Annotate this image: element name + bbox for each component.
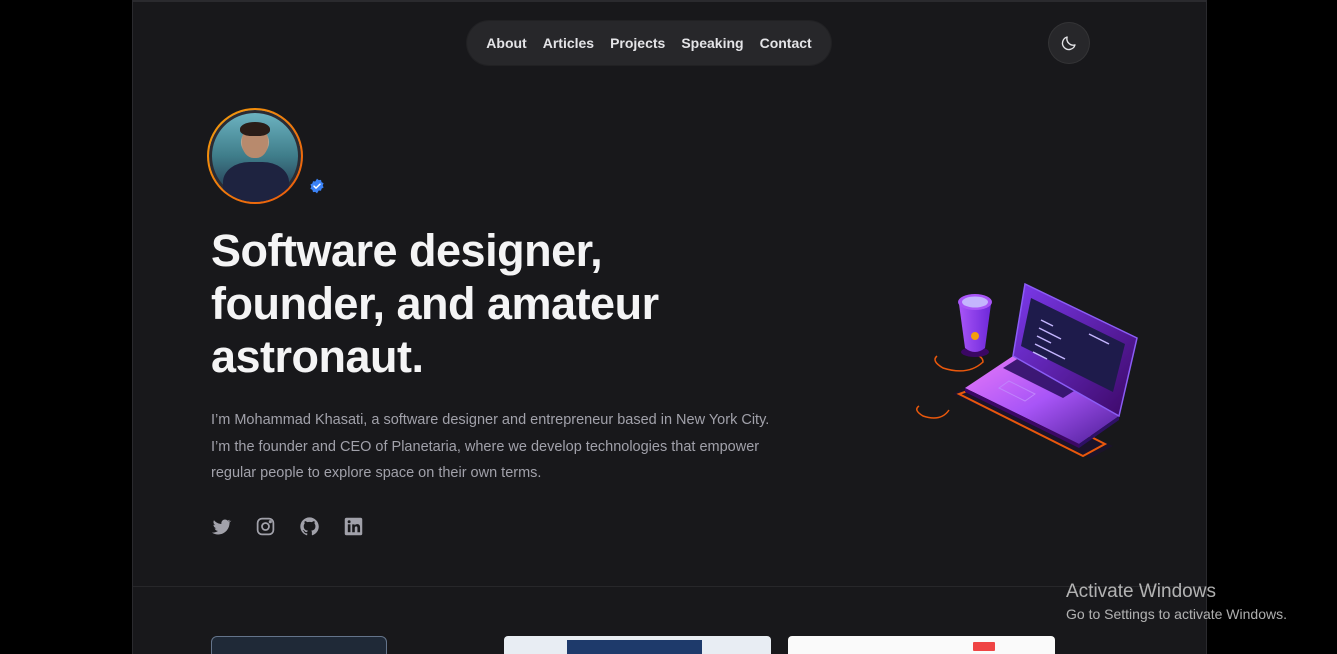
hero-intro: I’m Mohammad Khasati, a software designe… (211, 412, 770, 481)
windows-activation-watermark: Activate Windows Go to Settings to activ… (1066, 580, 1287, 624)
avatar[interactable] (207, 108, 303, 204)
verified-badge-icon (310, 178, 324, 194)
social-links (211, 516, 364, 537)
nav-articles[interactable]: Articles (543, 35, 594, 51)
nav-speaking[interactable]: Speaking (681, 35, 743, 51)
nav-projects[interactable]: Projects (610, 35, 665, 51)
nav-about[interactable]: About (486, 35, 526, 51)
moon-icon (1061, 36, 1076, 51)
section-divider (133, 586, 1206, 587)
project-thumbnail-2[interactable] (788, 636, 1055, 654)
page-container: About Articles Projects Speaking Contact… (132, 0, 1207, 654)
main-nav: About Articles Projects Speaking Contact (467, 21, 831, 65)
twitter-icon[interactable] (211, 516, 232, 537)
watermark-title: Activate Windows (1066, 581, 1216, 602)
top-border (133, 0, 1206, 2)
github-icon[interactable] (299, 516, 320, 537)
hero-headline: Software designer, founder, and amateur … (211, 225, 659, 382)
linkedin-icon[interactable] (343, 516, 364, 537)
avatar-photo (209, 110, 301, 202)
laptop-illustration (916, 282, 1138, 458)
nav-contact[interactable]: Contact (760, 35, 812, 51)
watermark-subtitle: Go to Settings to activate Windows. (1066, 606, 1287, 622)
theme-toggle-button[interactable] (1049, 23, 1089, 63)
project-thumbnail-1[interactable] (504, 636, 771, 654)
instagram-icon[interactable] (255, 516, 276, 537)
newsletter-card[interactable] (211, 636, 387, 654)
